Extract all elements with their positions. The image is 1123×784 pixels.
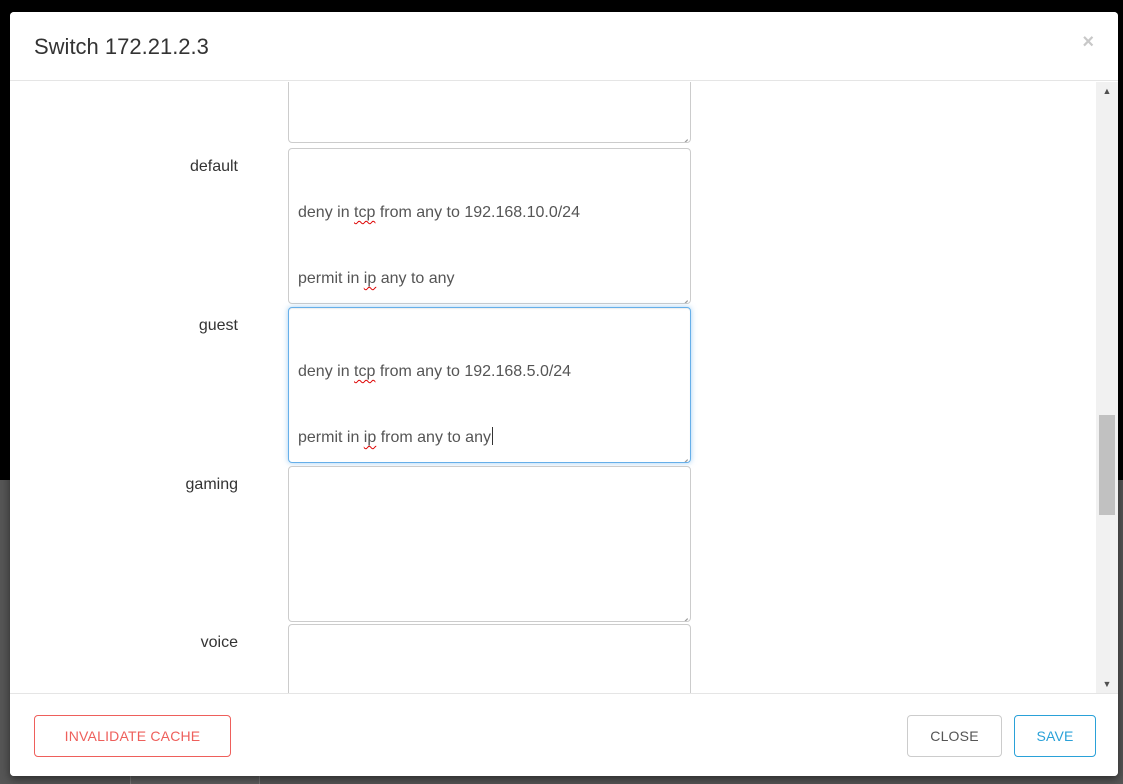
save-button[interactable]: SAVE [1014, 715, 1096, 757]
default-line-1: deny in tcp from any to 192.168.10.0/24 [298, 204, 580, 221]
voice-textarea[interactable] [288, 624, 691, 693]
invalidate-cache-button[interactable]: INVALIDATE CACHE [34, 715, 231, 757]
resize-grip-icon[interactable] [679, 610, 688, 619]
scrollbar-thumb[interactable] [1099, 415, 1115, 515]
previous-textarea[interactable] [288, 82, 691, 143]
voice-label: voice [200, 634, 238, 651]
modal-title: Switch 172.21.2.3 [34, 34, 209, 59]
arrow-up-icon[interactable]: ▲ [1096, 82, 1118, 100]
close-button[interactable]: CLOSE [907, 715, 1002, 757]
resize-grip-icon[interactable] [679, 131, 688, 140]
arrow-down-icon[interactable]: ▼ [1096, 675, 1118, 693]
guest-line-1: deny in tcp from any to 192.168.5.0/24 [298, 363, 572, 380]
guest-line-2: permit in ip from any to any [298, 427, 493, 446]
vertical-scrollbar[interactable]: ▲ ▼ [1096, 82, 1118, 693]
guest-label: guest [198, 317, 238, 334]
default-line-2: permit in ip any to any [298, 270, 455, 287]
text-caret [491, 427, 493, 445]
modal-footer: INVALIDATE CACHE CLOSE SAVE [10, 693, 1118, 776]
close-icon[interactable]: × [1082, 32, 1094, 52]
modal-body: default deny in tcp from any to 192.168.… [10, 82, 1118, 693]
resize-grip-icon[interactable] [679, 292, 688, 301]
guest-textarea[interactable]: deny in tcp from any to 192.168.5.0/24 p… [288, 307, 691, 463]
form-scroll-area: default deny in tcp from any to 192.168.… [10, 82, 1096, 693]
gaming-label: gaming [185, 476, 238, 493]
modal-header: Switch 172.21.2.3 × [10, 12, 1118, 81]
default-label: default [189, 158, 238, 175]
gaming-textarea[interactable] [288, 466, 691, 622]
default-textarea[interactable]: deny in tcp from any to 192.168.10.0/24 … [288, 148, 691, 304]
resize-grip-icon[interactable] [679, 451, 688, 460]
switch-modal: Switch 172.21.2.3 × default deny in tcp … [10, 12, 1118, 776]
